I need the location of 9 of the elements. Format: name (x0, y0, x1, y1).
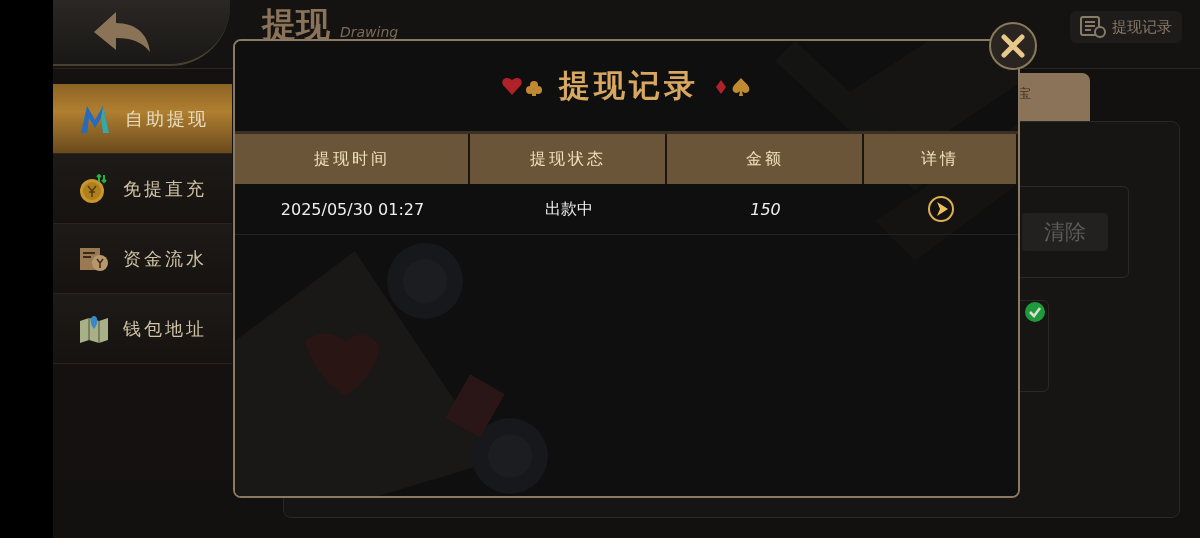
page-subtitle: Drawing (340, 24, 399, 40)
dialog-title: 提现记录 (558, 66, 699, 105)
column-header: 提现状态 (470, 134, 667, 184)
column-header: 金额 (667, 134, 864, 184)
table-cell: 出款中 (470, 184, 667, 235)
table-cell: 2025/05/30 01:27 (235, 184, 470, 235)
column-header: 提现时间 (235, 134, 470, 184)
column-header: 详情 (864, 134, 1018, 184)
table-cell: 150 (667, 184, 864, 235)
